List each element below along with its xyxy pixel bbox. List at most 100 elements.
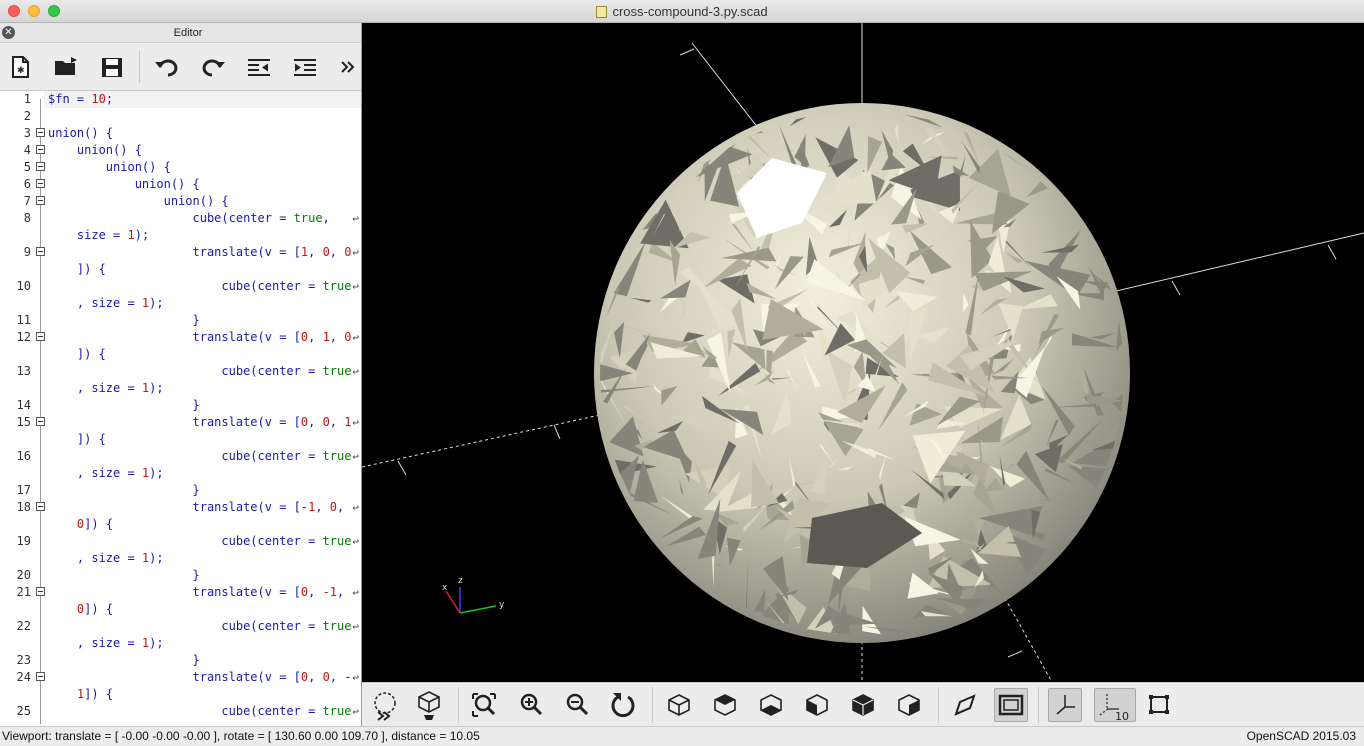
perspective-icon[interactable]	[948, 688, 982, 722]
code-text: , size = 1);	[48, 381, 164, 395]
orientation-axes-gizmo: z y x	[442, 576, 505, 614]
code-line[interactable]: 18 translate(v = [-1, 0, ↩	[0, 499, 361, 516]
new-file-icon[interactable]: ✱	[5, 52, 35, 82]
code-line[interactable]: 19 cube(center = true ↩	[0, 533, 361, 550]
toolbar-separator	[139, 51, 140, 83]
save-icon[interactable]	[97, 52, 127, 82]
code-line[interactable]: 15 translate(v = [0, 0, 1 ↩	[0, 414, 361, 431]
line-wrap-icon: ↩	[352, 705, 359, 718]
code-line[interactable]: 13 cube(center = true ↩	[0, 363, 361, 380]
redo-icon[interactable]	[198, 52, 228, 82]
code-line[interactable]: 20 }	[0, 567, 361, 584]
code-text: cube(center = true	[48, 704, 352, 718]
title-bar: cross-compound-3.py.scad	[0, 0, 1364, 23]
code-line[interactable]: 1]) {	[0, 686, 361, 703]
code-line[interactable]: 2	[0, 108, 361, 125]
code-line[interactable]: , size = 1);	[0, 635, 361, 652]
reset-view-icon[interactable]	[606, 688, 640, 722]
render-canvas: z y x	[362, 23, 1364, 682]
line-wrap-icon: ↩	[352, 280, 359, 293]
code-line[interactable]: 5 union() {	[0, 159, 361, 176]
show-axes-icon[interactable]	[1048, 688, 1082, 722]
code-line[interactable]: , size = 1);	[0, 465, 361, 482]
view-left-icon[interactable]	[800, 688, 834, 722]
view-right-icon[interactable]	[662, 688, 696, 722]
line-number: 20	[16, 568, 31, 582]
line-wrap-icon: ↩	[352, 212, 359, 225]
code-line[interactable]: 0]) {	[0, 516, 361, 533]
indent-icon[interactable]	[290, 52, 320, 82]
line-number: 6	[23, 177, 31, 191]
fold-toggle-icon[interactable]	[36, 672, 45, 681]
view-bottom-icon[interactable]	[754, 688, 788, 722]
code-line[interactable]: 10 cube(center = true ↩	[0, 278, 361, 295]
line-number: 4	[23, 143, 31, 157]
code-line[interactable]: 25 cube(center = true ↩	[0, 703, 361, 720]
code-editor[interactable]: 1 $fn = 10; 2 3 union() {4 union() {5 union(…	[0, 91, 361, 726]
fold-toggle-icon[interactable]	[36, 502, 45, 511]
fold-toggle-icon[interactable]	[36, 196, 45, 205]
code-line[interactable]: 17 }	[0, 482, 361, 499]
code-line[interactable]: ]) {	[0, 346, 361, 363]
code-line[interactable]: 9 translate(v = [1, 0, 0 ↩	[0, 244, 361, 261]
fold-toggle-icon[interactable]	[36, 247, 45, 256]
code-text: translate(v = [-1, 0,	[48, 500, 352, 514]
code-line[interactable]: 7 union() {	[0, 193, 361, 210]
code-text: cube(center = true	[48, 534, 352, 548]
view-front-icon[interactable]	[846, 688, 880, 722]
unindent-icon[interactable]	[244, 52, 274, 82]
open-file-icon[interactable]	[51, 52, 81, 82]
code-line[interactable]: 12 translate(v = [0, 1, 0 ↩	[0, 329, 361, 346]
code-line[interactable]: , size = 1);	[0, 550, 361, 567]
view-all-icon[interactable]	[467, 688, 501, 722]
fold-toggle-icon[interactable]	[36, 162, 45, 171]
code-text: 1]) {	[76, 687, 114, 701]
code-line[interactable]: , size = 1);	[0, 380, 361, 397]
3d-viewport[interactable]: z y x	[362, 23, 1364, 682]
fold-toggle-icon[interactable]	[36, 145, 45, 154]
code-text: , size = 1);	[48, 551, 164, 565]
code-line[interactable]: 16 cube(center = true ↩	[0, 448, 361, 465]
fold-toggle-icon[interactable]	[36, 128, 45, 137]
code-line[interactable]: 0]) {	[0, 601, 361, 618]
line-number: 7	[23, 194, 31, 208]
code-line[interactable]: 21 translate(v = [0, -1, ↩	[0, 584, 361, 601]
orthogonal-icon[interactable]	[994, 688, 1028, 722]
code-text: , size = 1);	[48, 296, 164, 310]
code-line[interactable]: ]) {	[0, 431, 361, 448]
code-line[interactable]: 24 translate(v = [0, 0, - ↩	[0, 669, 361, 686]
code-line[interactable]: 8 cube(center = true, ↩	[0, 210, 361, 227]
code-line[interactable]: 3 union() {	[0, 125, 361, 142]
code-line[interactable]: 11 }	[0, 312, 361, 329]
editor-header: ✕ Editor	[0, 23, 361, 43]
code-line[interactable]: ]) {	[0, 261, 361, 278]
code-line[interactable]: 23 }	[0, 652, 361, 669]
code-text: ]) {	[48, 262, 106, 276]
code-line[interactable]: size = 1);	[0, 227, 361, 244]
code-line[interactable]: 14 }	[0, 397, 361, 414]
scale-label: 10	[1115, 710, 1129, 721]
fold-toggle-icon[interactable]	[36, 179, 45, 188]
view-back-icon[interactable]	[892, 688, 926, 722]
fold-toggle-icon[interactable]	[36, 332, 45, 341]
code-text: translate(v = [0, 0, -	[48, 670, 352, 684]
code-line[interactable]: 4 union() {	[0, 142, 361, 159]
view-top-icon[interactable]	[708, 688, 742, 722]
code-line[interactable]: 1 $fn = 10;	[0, 91, 361, 108]
code-line[interactable]: 6 union() {	[0, 176, 361, 193]
fold-toggle-icon[interactable]	[36, 417, 45, 426]
line-number: 18	[16, 500, 31, 514]
render-icon[interactable]	[412, 688, 446, 722]
preview-icon[interactable]	[368, 688, 402, 722]
svg-text:y: y	[499, 600, 505, 610]
show-scale-icon[interactable]: 10	[1094, 688, 1136, 723]
fold-toggle-icon[interactable]	[36, 587, 45, 596]
line-number: 3	[23, 126, 31, 140]
more-icon[interactable]	[336, 52, 358, 82]
undo-icon[interactable]	[152, 52, 182, 82]
zoom-out-icon[interactable]	[560, 688, 594, 722]
code-line[interactable]: , size = 1);	[0, 295, 361, 312]
code-line[interactable]: 22 cube(center = true ↩	[0, 618, 361, 635]
show-edges-icon[interactable]	[1142, 688, 1176, 722]
zoom-in-icon[interactable]	[514, 688, 548, 722]
